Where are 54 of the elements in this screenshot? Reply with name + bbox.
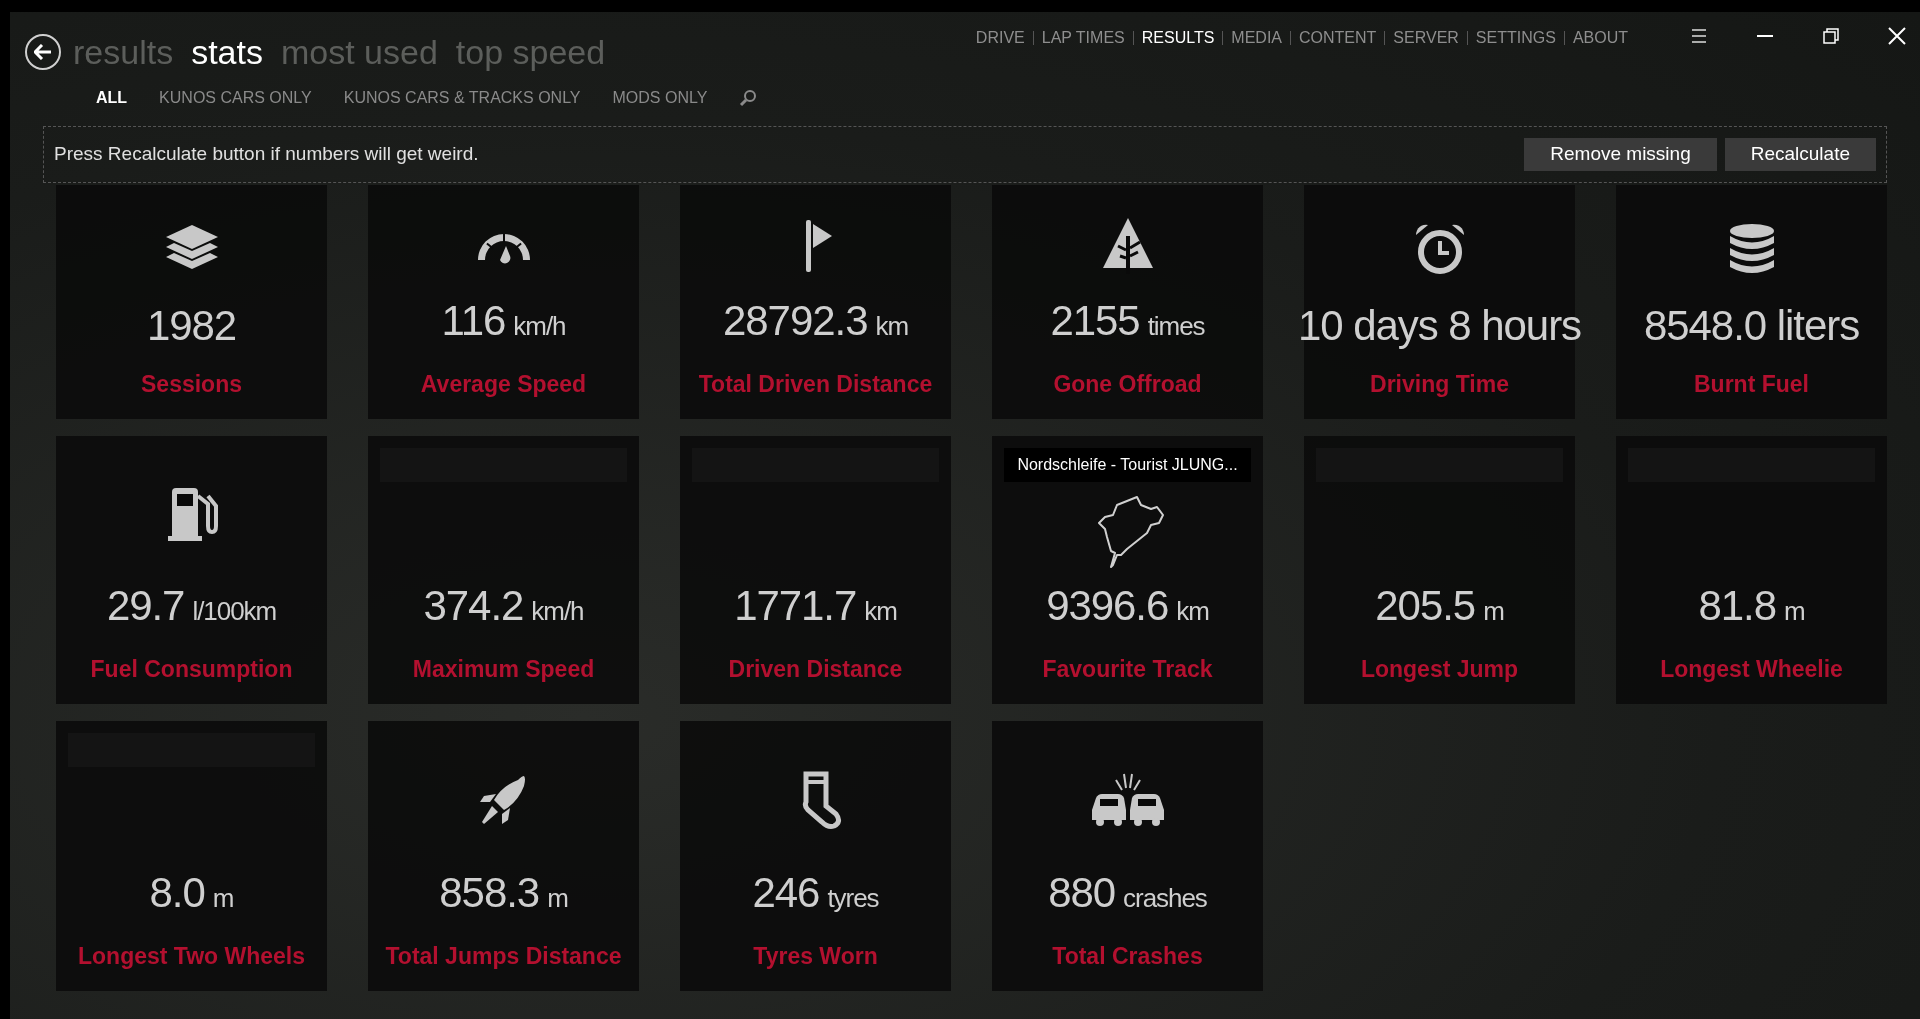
stat-label: Total Driven Distance xyxy=(698,369,933,399)
stat-label: Average Speed xyxy=(420,369,587,399)
title-tab[interactable]: stats xyxy=(191,32,263,72)
stat-label: Total Jumps Distance xyxy=(385,941,622,971)
nav-link[interactable]: ABOUT xyxy=(1572,26,1628,50)
stat-value: 29.7 l/100km xyxy=(106,580,277,631)
filter-tab[interactable]: ALL xyxy=(96,86,128,110)
stat-label: Fuel Consumption xyxy=(90,654,293,684)
nav-link[interactable]: LAP TIMES xyxy=(1041,26,1125,50)
restore-icon[interactable] xyxy=(1820,26,1842,46)
filter-tab[interactable]: MODS ONLY xyxy=(612,86,708,110)
stat-label: Burnt Fuel xyxy=(1694,369,1809,399)
nav-link[interactable]: SERVER xyxy=(1393,26,1459,50)
action-button[interactable]: Remove missing xyxy=(1524,138,1717,171)
action-button[interactable]: Recalculate xyxy=(1724,138,1876,171)
stat-value: 858.3 m xyxy=(439,867,568,918)
stat-value: 81.8 m xyxy=(1698,580,1805,631)
stat-value: 116 km/h xyxy=(441,295,566,346)
search-icon[interactable] xyxy=(739,89,758,107)
stat-label: Driving Time xyxy=(1370,369,1509,399)
nav-link[interactable]: CONTENT xyxy=(1299,26,1377,50)
stat-label: Longest Two Wheels xyxy=(78,941,305,971)
stat-value: 246 tyres xyxy=(752,867,879,918)
filter-tab[interactable]: KUNOS CARS & TRACKS ONLY xyxy=(343,86,581,110)
stat-value: 1771.7 km xyxy=(734,580,897,631)
arrow-left-icon xyxy=(34,44,52,60)
stat-value: 8.0 m xyxy=(149,867,234,918)
nav-link[interactable]: MEDIA xyxy=(1231,26,1282,50)
stat-value: 8548.0 liters xyxy=(1643,300,1860,351)
stat-value: 28792.3 km xyxy=(722,295,908,346)
nav-link[interactable]: SETTINGS xyxy=(1475,26,1556,50)
back-button[interactable] xyxy=(25,34,61,70)
close-icon[interactable] xyxy=(1886,26,1908,46)
stat-label: Tyres Worn xyxy=(753,941,878,971)
stat-label: Favourite Track xyxy=(1042,654,1213,684)
stat-label: Longest Wheelie xyxy=(1660,654,1843,684)
stat-value: 1982 xyxy=(146,300,237,351)
stat-label: Driven Distance xyxy=(728,654,903,684)
stat-label: Sessions xyxy=(141,369,242,399)
stat-value: 205.5 m xyxy=(1375,580,1504,631)
stat-value: 880 crashes xyxy=(1048,867,1207,918)
stat-label: Gone Offroad xyxy=(1053,369,1202,399)
notice-text: Press Recalculate button if numbers will get weird. xyxy=(54,142,479,167)
nav-link[interactable]: DRIVE xyxy=(975,26,1025,50)
stat-label: Total Crashes xyxy=(1052,941,1203,971)
filter-tab[interactable]: KUNOS CARS ONLY xyxy=(159,86,312,110)
stat-value: 9396.6 km xyxy=(1046,580,1209,631)
stat-value: 2155 times xyxy=(1050,295,1205,346)
stat-label: Maximum Speed xyxy=(412,654,595,684)
track-name: Nordschleife - Tourist JLUNG... xyxy=(1017,455,1238,475)
stat-label: Longest Jump xyxy=(1360,654,1519,684)
nav-link[interactable]: RESULTS xyxy=(1141,26,1215,50)
stat-value: 10 days 8 hours xyxy=(1297,300,1582,351)
stat-value: 374.2 km/h xyxy=(423,580,584,631)
